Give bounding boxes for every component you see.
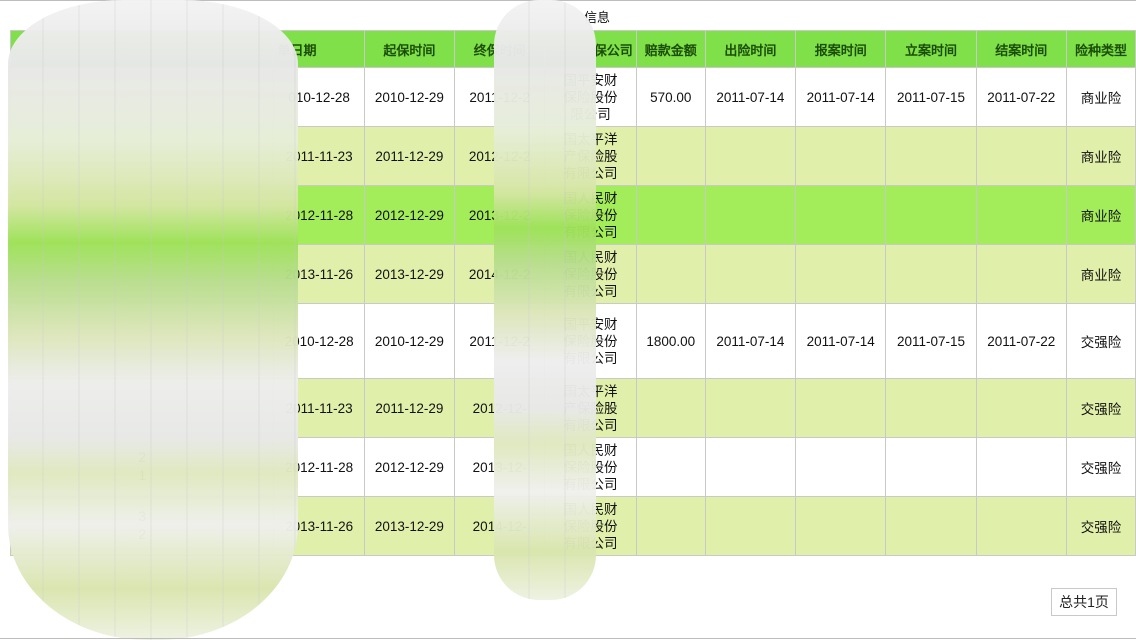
cell-closed-date bbox=[975, 244, 1067, 304]
cell-filed-date bbox=[885, 185, 977, 245]
cell-report-date bbox=[795, 496, 887, 556]
col-report-date[interactable]: 报案时间 bbox=[795, 30, 887, 68]
cell-filed-date: 2011-07-15 bbox=[885, 303, 977, 379]
cell-amount bbox=[635, 496, 706, 556]
cell-report-date: 2011-07-14 bbox=[795, 303, 887, 379]
cell-amount: 570.00 bbox=[635, 67, 706, 127]
col-start-date[interactable]: 起保时间 bbox=[363, 30, 456, 68]
cell-insurance-type: 商业险 bbox=[1065, 185, 1136, 245]
cell-closed-date bbox=[975, 378, 1067, 438]
cell-closed-date bbox=[975, 437, 1067, 497]
cell-amount bbox=[635, 244, 706, 304]
cell-report-date bbox=[795, 126, 887, 186]
col-amount[interactable]: 赔款金额 bbox=[635, 30, 706, 68]
cell-accident-date bbox=[704, 437, 797, 497]
cell-start-date: 2010-12-29 bbox=[363, 303, 456, 379]
cell-start-date: 2013-12-29 bbox=[363, 244, 456, 304]
cell-insurance-type: 商业险 bbox=[1065, 244, 1136, 304]
cell-insurance-type: 交强险 bbox=[1065, 378, 1136, 438]
cell-closed-date bbox=[975, 126, 1067, 186]
cell-filed-date: 2011-07-15 bbox=[885, 67, 977, 127]
redaction-blur-middle bbox=[494, 0, 596, 600]
cell-amount bbox=[635, 378, 706, 438]
bottom-divider bbox=[0, 638, 1136, 639]
col-filed-date[interactable]: 立案时间 bbox=[885, 30, 977, 68]
cell-start-date: 2011-12-29 bbox=[363, 378, 456, 438]
cell-filed-date bbox=[885, 496, 977, 556]
cell-accident-date bbox=[704, 185, 797, 245]
cell-insurance-type: 商业险 bbox=[1065, 126, 1136, 186]
cell-accident-date bbox=[704, 378, 797, 438]
cell-report-date: 2011-07-14 bbox=[795, 67, 887, 127]
cell-report-date bbox=[795, 244, 887, 304]
cell-filed-date bbox=[885, 244, 977, 304]
cell-filed-date bbox=[885, 126, 977, 186]
redaction-blur-left bbox=[8, 0, 298, 640]
cell-closed-date bbox=[975, 496, 1067, 556]
col-insurance-type[interactable]: 险种类型 bbox=[1065, 30, 1136, 68]
cell-report-date bbox=[795, 437, 887, 497]
cell-report-date bbox=[795, 378, 887, 438]
cell-accident-date bbox=[704, 244, 797, 304]
cell-insurance-type: 交强险 bbox=[1065, 437, 1136, 497]
cell-closed-date bbox=[975, 185, 1067, 245]
cell-start-date: 2010-12-29 bbox=[363, 67, 456, 127]
cell-closed-date: 2011-07-22 bbox=[975, 303, 1067, 379]
cell-insurance-type: 商业险 bbox=[1065, 67, 1136, 127]
cell-start-date: 2011-12-29 bbox=[363, 126, 456, 186]
cell-accident-date: 2011-07-14 bbox=[704, 67, 797, 127]
cell-start-date: 2012-12-29 bbox=[363, 437, 456, 497]
col-closed-date[interactable]: 结案时间 bbox=[975, 30, 1067, 68]
cell-insurance-type: 交强险 bbox=[1065, 496, 1136, 556]
cell-closed-date: 2011-07-22 bbox=[975, 67, 1067, 127]
cell-amount: 1800.00 bbox=[635, 303, 706, 379]
cell-amount bbox=[635, 126, 706, 186]
cell-accident-date: 2011-07-14 bbox=[704, 303, 797, 379]
cell-amount bbox=[635, 437, 706, 497]
col-accident-date[interactable]: 出险时间 bbox=[704, 30, 797, 68]
cell-start-date: 2012-12-29 bbox=[363, 185, 456, 245]
cell-insurance-type: 交强险 bbox=[1065, 303, 1136, 379]
cell-amount bbox=[635, 185, 706, 245]
cell-start-date: 2013-12-29 bbox=[363, 496, 456, 556]
page-count: 总共1页 bbox=[1051, 588, 1117, 616]
cell-filed-date bbox=[885, 437, 977, 497]
cell-accident-date bbox=[704, 496, 797, 556]
cell-filed-date bbox=[885, 378, 977, 438]
cell-accident-date bbox=[704, 126, 797, 186]
cell-report-date bbox=[795, 185, 887, 245]
